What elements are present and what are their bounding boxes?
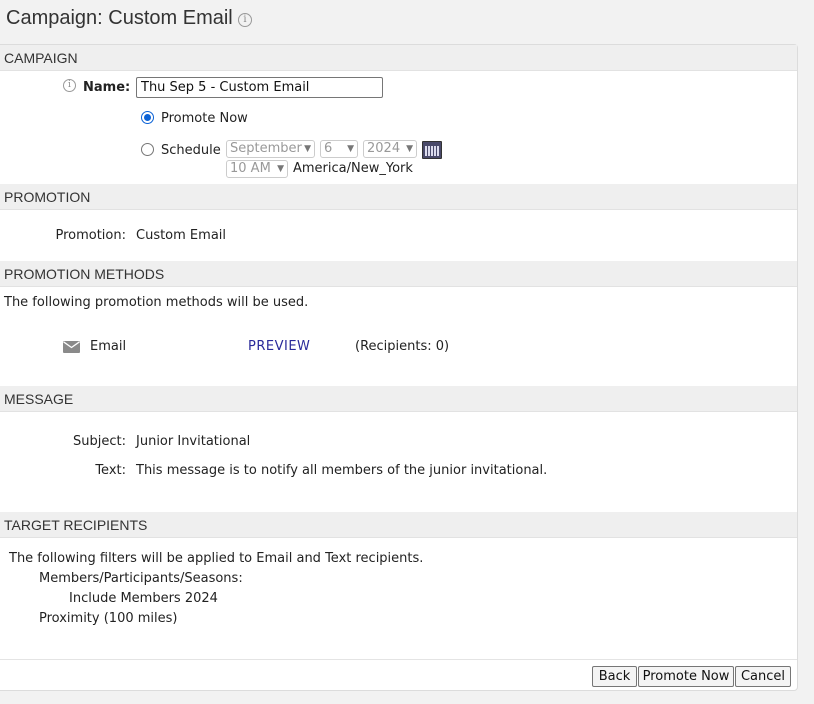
method-email-name: Email bbox=[90, 339, 127, 354]
schedule-radio[interactable] bbox=[141, 143, 154, 156]
subject-label: Subject: bbox=[73, 434, 126, 449]
subject-value: Junior Invitational bbox=[136, 434, 251, 449]
timezone-label: America/New_York bbox=[293, 161, 413, 176]
month-select[interactable]: September ▼ bbox=[226, 140, 315, 158]
promote-now-button[interactable]: Promote Now bbox=[638, 666, 734, 687]
text-label: Text: bbox=[95, 463, 126, 478]
filter-item: Members/Participants/Seasons: bbox=[39, 571, 243, 586]
month-select-value: September bbox=[230, 141, 302, 156]
campaign-panel: CAMPAIGN i Name: Promote Now Schedule Se… bbox=[0, 44, 798, 691]
day-select[interactable]: 6 ▼ bbox=[320, 140, 358, 158]
section-header-campaign: CAMPAIGN bbox=[0, 45, 797, 71]
promotion-label: Promotion: bbox=[55, 228, 126, 243]
methods-intro: The following promotion methods will be … bbox=[4, 295, 309, 310]
name-info-icon[interactable]: i bbox=[63, 79, 76, 92]
section-header-target-recipients: TARGET RECIPIENTS bbox=[0, 512, 797, 538]
envelope-icon bbox=[63, 341, 80, 353]
day-select-value: 6 bbox=[324, 141, 333, 156]
chevron-down-icon: ▼ bbox=[304, 144, 311, 154]
page-title: Campaign: Custom Email bbox=[6, 7, 233, 29]
section-header-promotion: PROMOTION bbox=[0, 184, 797, 210]
promote-now-label[interactable]: Promote Now bbox=[161, 111, 248, 126]
calendar-icon[interactable] bbox=[422, 141, 442, 159]
back-button[interactable]: Back bbox=[592, 666, 637, 687]
promotion-value: Custom Email bbox=[136, 228, 227, 243]
chevron-down-icon: ▼ bbox=[347, 144, 354, 154]
year-select[interactable]: 2024 ▼ bbox=[363, 140, 417, 158]
year-select-value: 2024 bbox=[367, 141, 401, 156]
filter-item: Proximity (100 miles) bbox=[39, 611, 178, 626]
chevron-down-icon: ▼ bbox=[277, 164, 284, 174]
section-header-promotion-methods: PROMOTION METHODS bbox=[0, 261, 797, 287]
time-select[interactable]: 10 AM ▼ bbox=[226, 160, 288, 178]
section-header-message: MESSAGE bbox=[0, 386, 797, 412]
time-select-value: 10 AM bbox=[230, 161, 271, 176]
targets-intro: The following filters will be applied to… bbox=[9, 551, 424, 566]
cancel-button[interactable]: Cancel bbox=[735, 666, 791, 687]
text-value: This message is to notify all members of… bbox=[136, 463, 548, 478]
recipients-count: (Recipients: 0) bbox=[355, 339, 450, 354]
campaign-name-input[interactable] bbox=[136, 77, 383, 98]
footer-divider bbox=[0, 659, 797, 660]
schedule-label[interactable]: Schedule bbox=[161, 143, 221, 158]
name-label: Name: bbox=[83, 80, 131, 95]
preview-link[interactable]: PREVIEW bbox=[248, 339, 310, 354]
chevron-down-icon: ▼ bbox=[406, 144, 413, 154]
filter-item: Include Members 2024 bbox=[69, 591, 218, 606]
info-icon[interactable]: i bbox=[238, 13, 252, 27]
promote-now-radio[interactable] bbox=[141, 111, 154, 124]
